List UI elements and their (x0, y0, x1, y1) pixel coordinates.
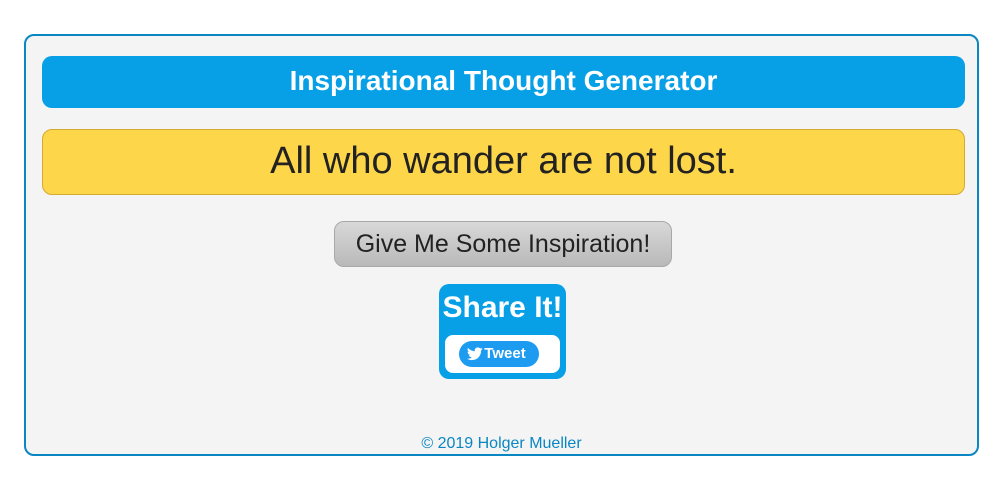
quote-display: All who wander are not lost. (42, 129, 965, 195)
inspire-button[interactable]: Give Me Some Inspiration! (334, 221, 672, 267)
share-panel: Share It! Tweet (439, 284, 566, 379)
tweet-button[interactable]: Tweet (459, 341, 539, 367)
share-button-container: Tweet (445, 335, 560, 373)
page-title: Inspirational Thought Generator (42, 56, 965, 108)
share-title: Share It! (442, 291, 563, 324)
app-container: Inspirational Thought Generator All who … (24, 34, 979, 456)
tweet-label: Tweet (484, 345, 526, 362)
footer-copyright: © 2019 Holger Mueller (421, 435, 582, 452)
twitter-bird-icon (467, 347, 483, 361)
